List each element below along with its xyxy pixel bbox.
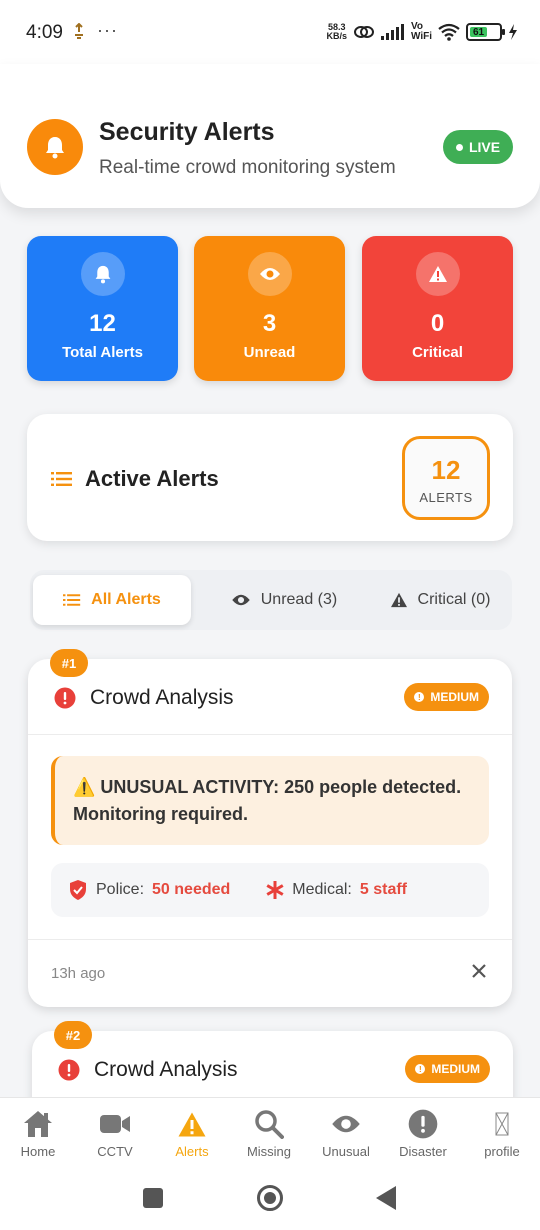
divider: [28, 734, 512, 735]
network-speed: 58.3 KB/s: [326, 22, 347, 41]
home-icon: [0, 1108, 76, 1140]
police-resource: Police: 50 needed: [68, 879, 230, 901]
alert-resources: Police: 50 needed Medical: 5 staff: [51, 863, 489, 917]
nav-alerts[interactable]: Alerts: [154, 1108, 230, 1159]
nav-cctv[interactable]: CCTV: [77, 1108, 153, 1159]
wifi-icon: [438, 23, 460, 41]
link-icon: [353, 26, 374, 38]
battery-icon: 61: [466, 23, 505, 41]
notification-icon: [75, 23, 83, 39]
stat-label: Critical: [412, 344, 463, 361]
nav-disaster[interactable]: Disaster: [385, 1108, 461, 1159]
divider: [28, 939, 512, 940]
alert-filter-tabs: All Alerts Unread (3) Critical (0): [30, 570, 512, 630]
stat-label: Unread: [243, 344, 296, 361]
warning-icon: [154, 1108, 230, 1140]
severity-badge: ! MEDIUM: [405, 1055, 490, 1083]
tab-unread[interactable]: Unread (3): [200, 575, 368, 625]
medical-resource: Medical: 5 staff: [266, 881, 407, 899]
info-icon: !: [414, 692, 425, 702]
recents-button[interactable]: [143, 1188, 163, 1208]
live-dot-icon: [455, 143, 463, 151]
search-icon: [231, 1108, 307, 1140]
active-alerts-title: Active Alerts: [85, 466, 219, 491]
alert-number-badge: #1: [50, 649, 88, 677]
live-badge: LIVE: [443, 130, 513, 164]
alert-number-badge: #2: [54, 1021, 92, 1049]
bottom-navigation: Home CCTV Alerts Missing Unusual Disaste…: [0, 1097, 540, 1167]
charging-icon: [509, 24, 517, 40]
tab-critical[interactable]: Critical (0): [368, 575, 512, 625]
warning-icon: [390, 592, 407, 608]
info-icon: !: [415, 1064, 426, 1074]
close-icon: [472, 964, 486, 978]
stat-card-total[interactable]: 12 Total Alerts: [27, 236, 178, 381]
page-subtitle: Real-time crowd monitoring system: [99, 157, 396, 178]
stat-label: Total Alerts: [62, 344, 143, 361]
warning-icon: [415, 252, 460, 296]
error-icon: [54, 687, 76, 709]
alert-card[interactable]: #1 Crowd Analysis ! MEDIUM ⚠️ UNUSUAL AC…: [28, 649, 512, 1007]
list-icon: [51, 472, 72, 486]
stat-value: 12: [89, 310, 116, 337]
nav-missing[interactable]: Missing: [231, 1108, 307, 1159]
app-header: Security Alerts Real-time crowd monitori…: [0, 64, 540, 208]
signal-icon: [380, 24, 404, 40]
status-icons: 58.3 KB/s Vo WiFi 61: [326, 20, 518, 44]
dismiss-button[interactable]: [472, 961, 486, 984]
camera-icon: [77, 1108, 153, 1140]
status-more-dots: ···: [97, 20, 118, 40]
alert-message: ⚠️ UNUSUAL ACTIVITY: 250 people detected…: [51, 756, 489, 845]
alert-title: Crowd Analysis: [94, 1058, 238, 1081]
nav-unusual[interactable]: Unusual: [308, 1108, 384, 1159]
home-button[interactable]: [257, 1185, 283, 1211]
active-alerts-count: 12 ALERTS: [402, 436, 490, 520]
nav-home[interactable]: Home: [0, 1108, 76, 1159]
stat-card-unread[interactable]: 3 Unread: [194, 236, 345, 381]
medical-asterisk-icon: [266, 881, 284, 899]
nav-profile[interactable]: profile: [464, 1108, 540, 1159]
volte-indicator: Vo WiFi: [410, 21, 432, 42]
eye-icon: [308, 1108, 384, 1140]
alert-title: Crowd Analysis: [90, 686, 234, 709]
bell-icon: [80, 252, 125, 296]
alert-timestamp: 13h ago: [51, 965, 106, 982]
active-alerts-card: Active Alerts 12 ALERTS: [27, 414, 513, 541]
bell-icon: [27, 119, 83, 175]
tab-all-alerts[interactable]: All Alerts: [33, 575, 191, 625]
broken-image-icon: [464, 1108, 540, 1140]
stat-card-critical[interactable]: 0 Critical: [362, 236, 513, 381]
stat-value: 3: [262, 310, 277, 337]
stat-value: 0: [430, 310, 445, 337]
shield-icon: [70, 880, 86, 900]
list-icon: [63, 594, 81, 606]
status-time: 4:09: [26, 22, 63, 43]
back-button[interactable]: [376, 1186, 396, 1210]
status-bar: 4:09 ··· 58.3 KB/s Vo WiFi 61: [0, 0, 540, 64]
eye-icon: [247, 252, 292, 296]
eye-icon: [232, 594, 250, 606]
page-title: Security Alerts: [99, 118, 275, 146]
exclamation-icon: [385, 1108, 461, 1140]
system-navigation-bar: [0, 1167, 540, 1230]
error-icon: [58, 1059, 80, 1081]
severity-badge: ! MEDIUM: [404, 683, 489, 711]
